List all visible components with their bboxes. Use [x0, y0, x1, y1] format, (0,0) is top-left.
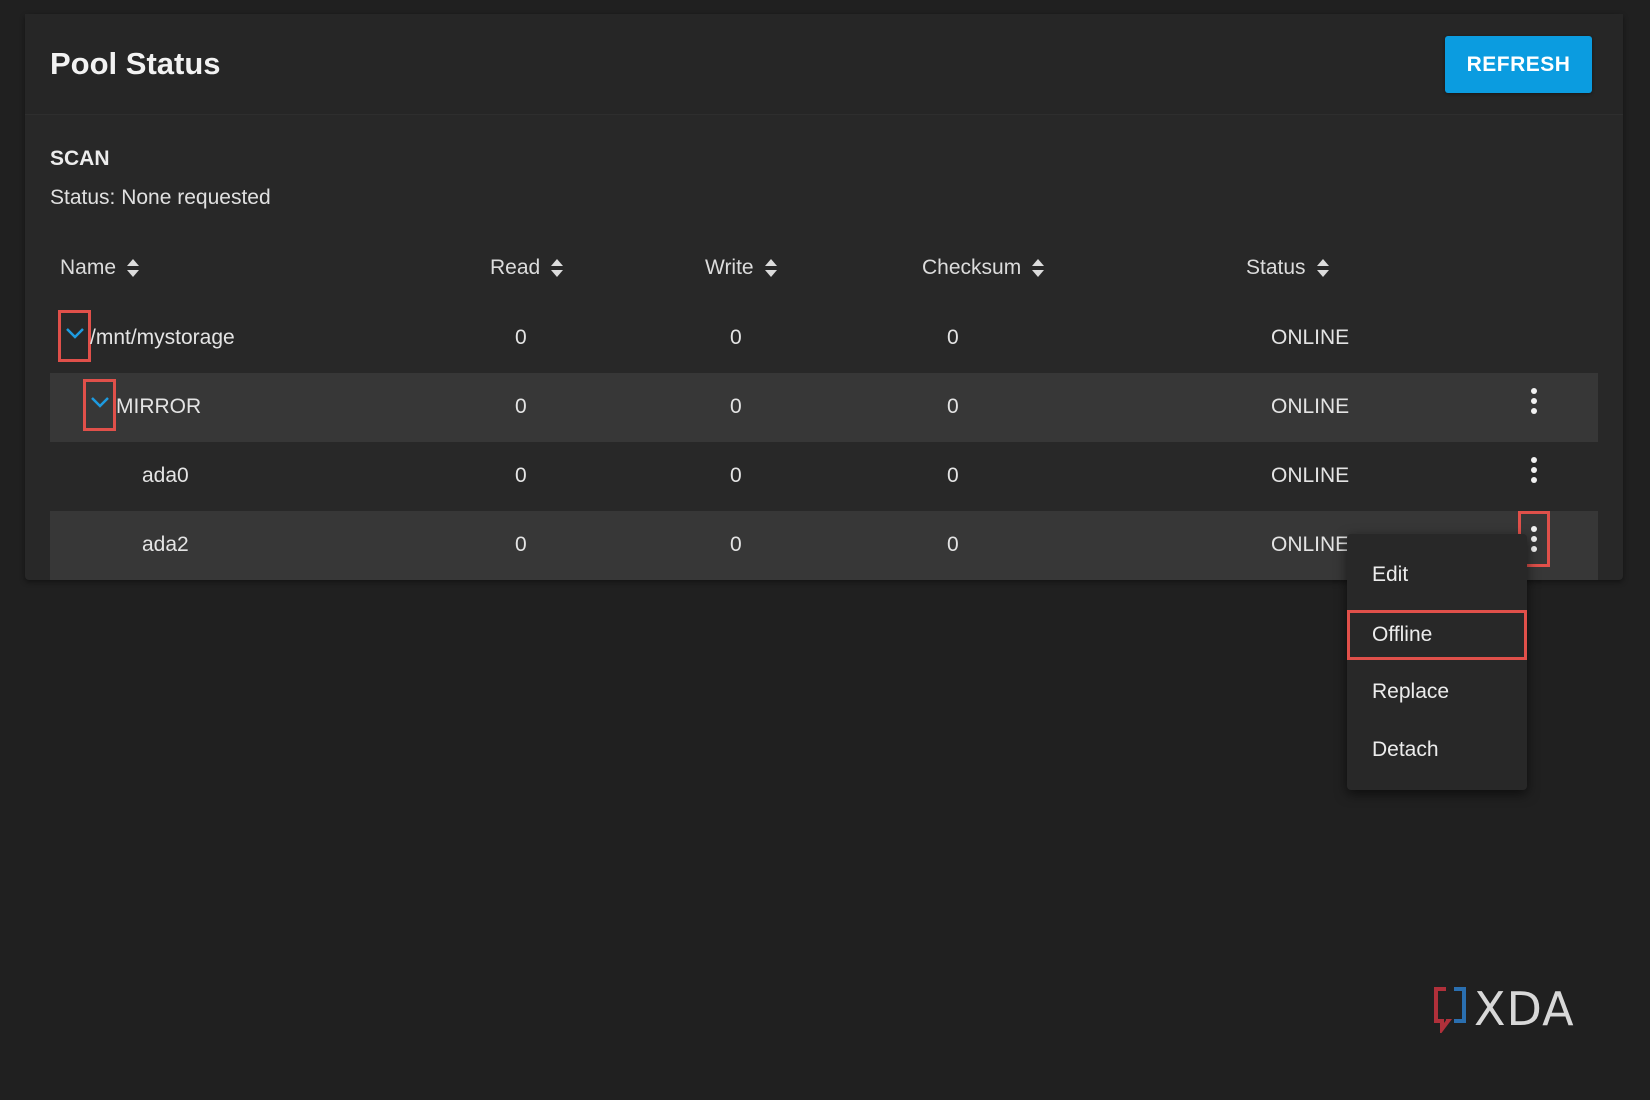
expand-toggle[interactable]	[58, 310, 91, 362]
row-write: 0	[730, 533, 742, 556]
row-checksum: 0	[947, 395, 959, 418]
row-actions-button[interactable]	[1518, 379, 1550, 423]
chevron-down-icon	[90, 397, 109, 408]
row-read: 0	[515, 464, 527, 487]
row-status: ONLINE	[1271, 533, 1350, 556]
pool-table: Name Read Write Checksum Status /mnt/mys…	[50, 234, 1598, 580]
xda-logo-icon	[1434, 987, 1466, 1033]
scan-heading: SCAN	[50, 147, 110, 170]
chevron-down-icon	[65, 328, 84, 339]
row-name: /mnt/mystorage	[90, 326, 235, 349]
column-label: Status	[1246, 256, 1306, 279]
column-header-status[interactable]: Status	[1246, 256, 1330, 280]
row-actions-menu: Edit Offline Replace Detach	[1347, 534, 1527, 790]
row-write: 0	[730, 395, 742, 418]
row-name: ada2	[142, 533, 189, 556]
column-header-checksum[interactable]: Checksum	[922, 256, 1045, 280]
table-row-pool: /mnt/mystorage 0 0 0 ONLINE	[50, 304, 1598, 373]
sort-icon[interactable]	[550, 258, 564, 278]
row-read: 0	[515, 395, 527, 418]
column-header-name[interactable]: Name	[60, 256, 140, 280]
menu-item-offline[interactable]: Offline	[1347, 610, 1527, 660]
refresh-button[interactable]: REFRESH	[1445, 36, 1592, 93]
table-row-mirror: MIRROR 0 0 0 ONLINE	[50, 373, 1598, 442]
menu-item-edit[interactable]: Edit	[1347, 550, 1527, 600]
more-vert-icon	[1531, 526, 1537, 552]
row-checksum: 0	[947, 464, 959, 487]
page-title: Pool Status	[50, 46, 221, 81]
column-label: Checksum	[922, 256, 1022, 279]
xda-wordmark: XDA	[1474, 982, 1575, 1036]
expand-toggle[interactable]	[83, 379, 116, 431]
row-write: 0	[730, 464, 742, 487]
card-header: Pool Status REFRESH	[25, 14, 1623, 115]
row-checksum: 0	[947, 326, 959, 349]
scan-status: Status: None requested	[50, 186, 271, 209]
column-label: Write	[705, 256, 754, 279]
row-checksum: 0	[947, 533, 959, 556]
row-status: ONLINE	[1271, 395, 1350, 418]
sort-icon[interactable]	[1316, 258, 1330, 278]
sort-icon[interactable]	[126, 258, 140, 278]
column-label: Read	[490, 256, 541, 279]
pool-status-card: Pool Status REFRESH SCAN Status: None re…	[25, 14, 1623, 580]
table-row-disk: ada0 0 0 0 ONLINE	[50, 442, 1598, 511]
column-label: Name	[60, 256, 117, 279]
row-status: ONLINE	[1271, 326, 1350, 349]
menu-item-detach[interactable]: Detach	[1347, 725, 1527, 775]
row-actions-button[interactable]	[1518, 448, 1550, 492]
row-write: 0	[730, 326, 742, 349]
row-status: ONLINE	[1271, 464, 1350, 487]
row-read: 0	[515, 326, 527, 349]
row-read: 0	[515, 533, 527, 556]
column-header-read[interactable]: Read	[490, 256, 564, 280]
column-header-write[interactable]: Write	[705, 256, 778, 280]
more-vert-icon	[1531, 457, 1537, 483]
table-header: Name Read Write Checksum Status	[50, 234, 1598, 304]
menu-item-replace[interactable]: Replace	[1347, 667, 1527, 717]
row-name: MIRROR	[116, 395, 202, 418]
xda-watermark: XDA	[1432, 982, 1575, 1036]
sort-icon[interactable]	[1031, 258, 1045, 278]
sort-icon[interactable]	[764, 258, 778, 278]
more-vert-icon	[1531, 388, 1537, 414]
row-name: ada0	[142, 464, 189, 487]
